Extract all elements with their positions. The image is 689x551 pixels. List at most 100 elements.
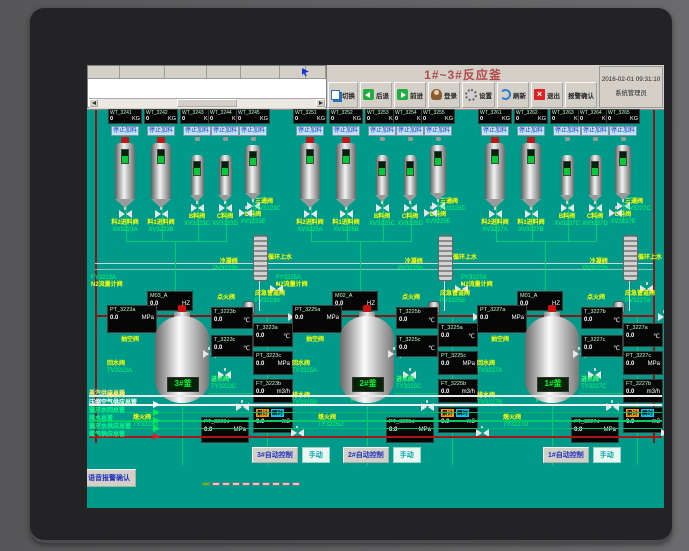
alarm-column-header[interactable] bbox=[165, 66, 207, 78]
alarm-column-header[interactable] bbox=[120, 66, 166, 78]
condenser[interactable] bbox=[623, 235, 638, 281]
scroll-left-icon[interactable] bbox=[89, 99, 98, 107]
toolbar-button[interactable]: 后退 bbox=[360, 82, 392, 108]
feed-vessel[interactable] bbox=[521, 143, 541, 199]
feed-vessel[interactable] bbox=[430, 145, 446, 193]
scroll-right-icon[interactable] bbox=[316, 99, 325, 107]
alarm-scrollbar[interactable] bbox=[89, 98, 325, 108]
kettle-tab[interactable] bbox=[212, 482, 220, 486]
toolbar-button[interactable]: 前进 bbox=[394, 82, 426, 108]
kettle-tab[interactable] bbox=[292, 482, 300, 486]
temperature-indicator-a[interactable]: T_3223a 0.0℃ bbox=[253, 323, 293, 347]
temperature-indicator-b[interactable]: T_3227b 0.0℃ bbox=[581, 307, 623, 329]
kettle-tab[interactable] bbox=[282, 482, 290, 486]
weight-indicator[interactable]: WT_3241 0KG bbox=[108, 109, 142, 124]
feed-valve-icon[interactable] bbox=[155, 210, 168, 219]
feed-vessel[interactable] bbox=[191, 155, 204, 195]
toolbar-button[interactable]: 报警确认 bbox=[565, 82, 597, 108]
auto-control-button[interactable]: 1#自动控制 bbox=[543, 447, 589, 463]
toolbar-button[interactable]: 退出 bbox=[531, 82, 563, 108]
manual-button[interactable]: 手动 bbox=[393, 447, 421, 463]
reactor-vessel[interactable]: 1#釜 bbox=[525, 305, 579, 405]
pressure-indicator-a[interactable]: PT_3227a 0.0MPa bbox=[477, 305, 527, 333]
weight-indicator[interactable]: WT_3262 0KG bbox=[514, 109, 548, 124]
feed-valve-icon[interactable] bbox=[489, 210, 502, 219]
feed-valve-icon[interactable] bbox=[589, 204, 602, 213]
emergency-valve-icon[interactable] bbox=[658, 313, 664, 322]
temperature-indicator-a[interactable]: T_3225a 0.0℃ bbox=[438, 323, 478, 347]
auto-control-button[interactable]: 3#自动控制 bbox=[252, 447, 298, 463]
pressure-indicator-c[interactable]: PT_3227c 0.0MPa bbox=[623, 351, 663, 375]
condenser[interactable] bbox=[253, 235, 268, 281]
feed-vessel[interactable] bbox=[151, 143, 171, 199]
temperature-indicator-b[interactable]: T_3223b 0.0℃ bbox=[211, 307, 253, 329]
feed-vessel[interactable] bbox=[219, 155, 232, 195]
alarm-column-header[interactable] bbox=[88, 66, 120, 78]
kettle-tab[interactable] bbox=[242, 482, 250, 486]
pressure-indicator-c[interactable]: PT_3225c 0.0MPa bbox=[438, 351, 478, 375]
kettle-tab[interactable] bbox=[272, 482, 280, 486]
alarm-table-body[interactable] bbox=[89, 79, 325, 97]
kettle-tab[interactable] bbox=[232, 482, 240, 486]
feed-valve-icon[interactable] bbox=[525, 210, 538, 219]
feed-valve-icon[interactable] bbox=[191, 204, 204, 213]
toolbar-button[interactable]: 登录 bbox=[428, 82, 460, 108]
weight-indicator[interactable]: WT_3261 0KG bbox=[478, 109, 512, 124]
weight-indicator[interactable]: WT_3242 0KG bbox=[144, 109, 178, 124]
flow-indicator-b[interactable]: FT_3227b 0.0m3/h bbox=[623, 379, 663, 403]
feed-vessel[interactable] bbox=[115, 143, 135, 199]
feed-vessel[interactable] bbox=[376, 155, 389, 195]
toolbar-button[interactable]: 刷新 bbox=[497, 82, 529, 108]
temperature-indicator-c[interactable]: T_3223c 0.0℃ bbox=[211, 335, 253, 357]
kettle-tab[interactable] bbox=[202, 482, 210, 486]
feed-vessel[interactable] bbox=[404, 155, 417, 195]
three-way-valve-icon[interactable] bbox=[424, 209, 437, 218]
kettle-tab[interactable] bbox=[262, 482, 270, 486]
alarm-column-header[interactable] bbox=[306, 66, 326, 78]
pressure-indicator-c[interactable]: PT_3223c 0.0MPa bbox=[253, 351, 293, 375]
temperature-indicator-c[interactable]: T_3225c 0.0℃ bbox=[396, 335, 438, 357]
temperature-indicator-c[interactable]: T_3227c 0.0℃ bbox=[581, 335, 623, 357]
weight-indicator[interactable]: WT_3252 0KG bbox=[329, 109, 363, 124]
alarm-column-header[interactable] bbox=[207, 66, 241, 78]
feed-vessel[interactable] bbox=[485, 143, 505, 199]
feed-vessel[interactable] bbox=[561, 155, 574, 195]
weight-indicator[interactable]: WT_3265 0KG bbox=[606, 109, 640, 124]
three-way-valve-icon[interactable] bbox=[609, 209, 622, 218]
auto-control-button[interactable]: 2#自动控制 bbox=[343, 447, 389, 463]
flow-indicator-b[interactable]: FT_3225b 0.0m3/h bbox=[438, 379, 478, 403]
feed-valve-icon[interactable] bbox=[561, 204, 574, 213]
kettle-tab[interactable] bbox=[222, 482, 230, 486]
reactor-vessel[interactable]: 2#釜 bbox=[340, 305, 394, 405]
kettle-tab[interactable] bbox=[252, 482, 260, 486]
weight-indicator[interactable]: WT_3255 0KG bbox=[421, 109, 455, 124]
feed-vessel[interactable] bbox=[336, 143, 356, 199]
feed-valve-icon[interactable] bbox=[304, 210, 317, 219]
three-way-valve-icon[interactable] bbox=[239, 209, 252, 218]
condenser[interactable] bbox=[438, 235, 453, 281]
voice-alarm-ack-button[interactable]: 语音报警确认 bbox=[87, 469, 136, 487]
flow-indicator-b[interactable]: FT_3223b 0.0m3/h bbox=[253, 379, 293, 403]
feed-valve-icon[interactable] bbox=[404, 204, 417, 213]
feed-vessel[interactable] bbox=[615, 145, 631, 193]
weight-indicator[interactable]: WT_3251 0KG bbox=[293, 109, 327, 124]
toolbar-button[interactable]: 切换 bbox=[328, 82, 358, 108]
feed-vessel[interactable] bbox=[245, 145, 261, 193]
scrollbar-thumb[interactable] bbox=[177, 99, 237, 107]
feed-vessel[interactable] bbox=[300, 143, 320, 199]
feed-valve-icon[interactable] bbox=[376, 204, 389, 213]
feed-vessel[interactable] bbox=[589, 155, 602, 195]
scada-screen: 1#~3#反应釜 切换 后退 前进 登录 设置 刷新 退出 报警确认 2016-… bbox=[87, 65, 664, 508]
reactor-vessel[interactable]: 3#釜 bbox=[155, 305, 209, 405]
temperature-indicator-b[interactable]: T_3225b 0.0℃ bbox=[396, 307, 438, 329]
feed-valve-icon[interactable] bbox=[340, 210, 353, 219]
weight-indicator[interactable]: WT_3245 0KG bbox=[236, 109, 270, 124]
temperature-indicator-a[interactable]: T_3227a 0.0℃ bbox=[623, 323, 663, 347]
alarm-column-header[interactable] bbox=[241, 66, 281, 78]
manual-button[interactable]: 手动 bbox=[593, 447, 621, 463]
feed-valve-icon[interactable] bbox=[119, 210, 132, 219]
pressure-indicator-a[interactable]: PT_3225a 0.0MPa bbox=[292, 305, 342, 333]
feed-valve-icon[interactable] bbox=[219, 204, 232, 213]
toolbar-button[interactable]: 设置 bbox=[462, 82, 495, 108]
pressure-indicator-a[interactable]: PT_3223a 0.0MPa bbox=[107, 305, 157, 333]
